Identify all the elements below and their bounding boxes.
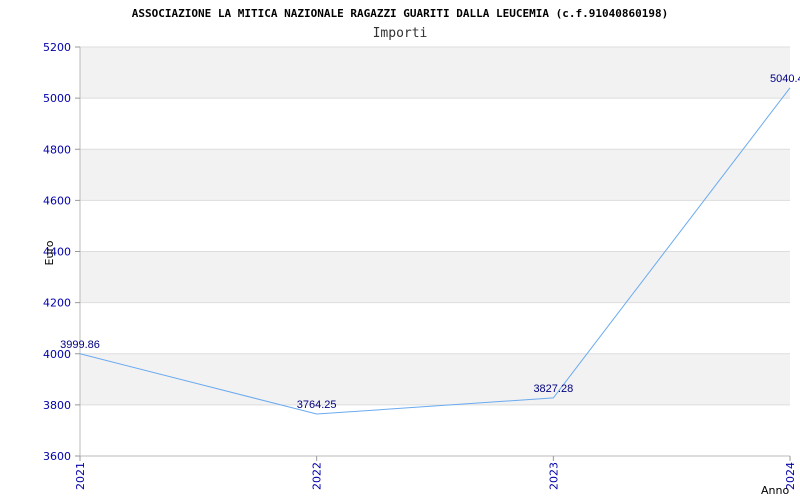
- plot-band: [80, 404, 790, 456]
- data-label: 3999.86: [60, 339, 100, 351]
- y-tick-label: 3600: [43, 450, 71, 463]
- x-tick-label: 2021: [74, 462, 87, 490]
- plot-band: [80, 47, 790, 99]
- line-chart: 360038004000420044004600480050005200 202…: [43, 7, 800, 497]
- y-tick-label: 4200: [43, 297, 71, 310]
- y-tick-label: 5000: [43, 92, 71, 105]
- plot-band: [80, 353, 790, 405]
- chart-subtitle: Importi: [373, 26, 428, 41]
- plot-band: [80, 302, 790, 354]
- plot-band: [80, 149, 790, 201]
- plot-band: [80, 200, 790, 252]
- x-tick-label: 2022: [311, 462, 324, 490]
- y-tick-label: 5200: [43, 41, 71, 54]
- plot-band: [80, 98, 790, 150]
- data-label: 5040.4: [770, 73, 800, 85]
- x-tick-label: 2023: [547, 462, 560, 490]
- y-tick-label: 4600: [43, 194, 71, 207]
- data-label: 3827.28: [533, 383, 573, 395]
- x-axis-ticks: 2021 2022 2023 2024: [74, 456, 797, 490]
- y-tick-label: 4800: [43, 143, 71, 156]
- x-axis-label: Anno: [761, 484, 789, 497]
- chart-title: ASSOCIAZIONE LA MITICA NAZIONALE RAGAZZI…: [132, 7, 668, 20]
- y-axis-label: Euro: [43, 240, 56, 265]
- plot-band: [80, 251, 790, 303]
- data-label: 3764.25: [297, 399, 337, 411]
- y-tick-label: 3800: [43, 399, 71, 412]
